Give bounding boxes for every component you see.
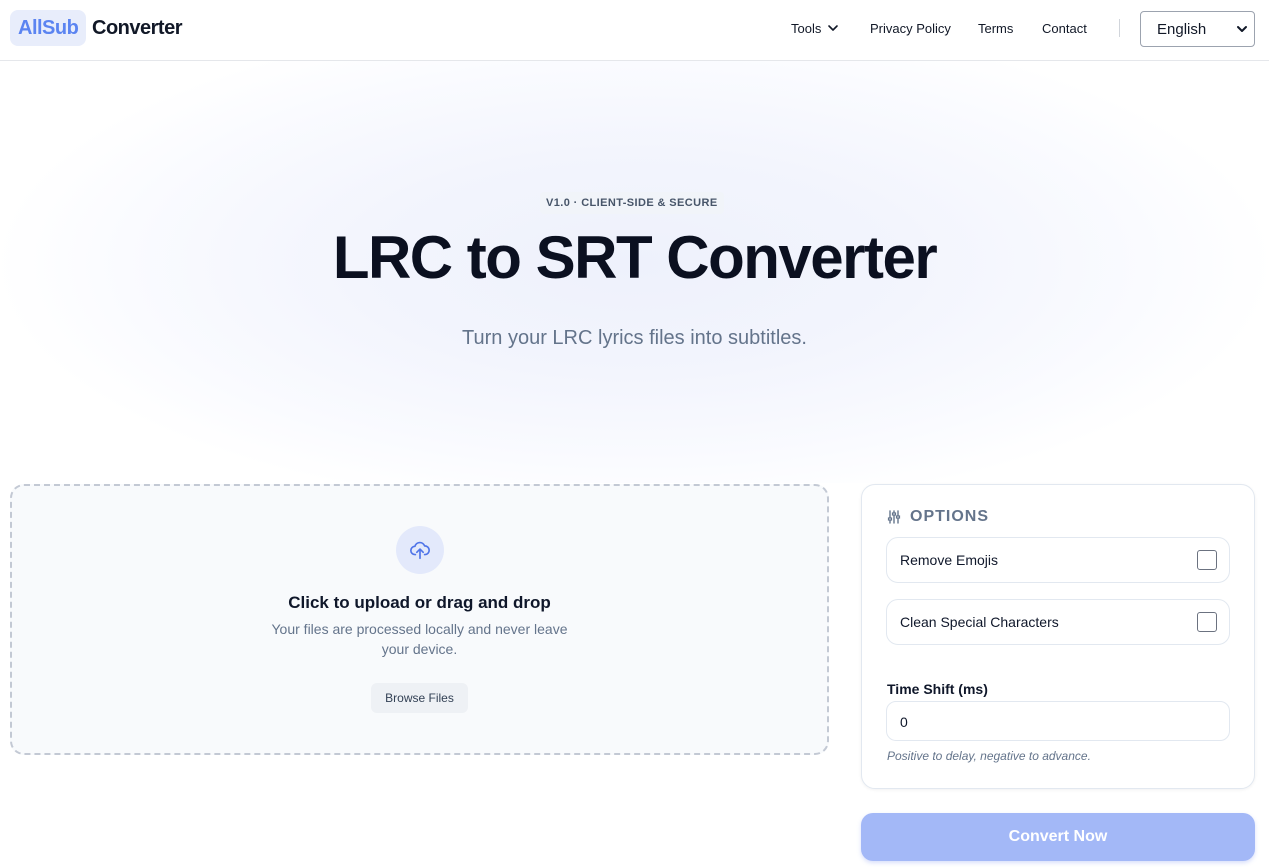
- remove-emojis-checkbox[interactable]: [1197, 550, 1217, 570]
- nav-tools-dropdown[interactable]: Tools: [791, 0, 839, 56]
- nav-divider: [1119, 19, 1120, 37]
- upload-title: Click to upload or drag and drop: [288, 593, 551, 612]
- time-shift-input[interactable]: 0: [886, 701, 1230, 741]
- nav-link-privacy[interactable]: Privacy Policy: [870, 0, 951, 56]
- logo-text[interactable]: Converter: [92, 10, 182, 46]
- options-heading-label: OPTIONS: [910, 508, 990, 525]
- page-title: LRC to SRT Converter: [332, 224, 938, 291]
- nav-tools-label: Tools: [791, 20, 822, 36]
- time-shift-hint: Positive to delay, negative to advance.: [887, 749, 1091, 763]
- options-panel: OPTIONS Remove Emojis Clean Special Char…: [861, 484, 1255, 789]
- logo-badge[interactable]: AllSub: [10, 10, 87, 46]
- option-remove-emojis[interactable]: Remove Emojis: [886, 537, 1230, 583]
- option-clean-special-label: Clean Special Characters: [900, 614, 1059, 630]
- upload-dropzone[interactable]: Click to upload or drag and drop Your fi…: [10, 484, 829, 755]
- convert-now-button[interactable]: Convert Now: [861, 813, 1255, 861]
- option-remove-emojis-label: Remove Emojis: [900, 552, 999, 568]
- options-heading: OPTIONS: [887, 508, 989, 526]
- time-shift-label: Time Shift (ms): [887, 681, 988, 697]
- site-header: AllSub Converter Tools Privacy Policy Te…: [0, 0, 1269, 61]
- option-clean-special-characters[interactable]: Clean Special Characters: [886, 599, 1230, 645]
- language-selected-value: English: [1157, 20, 1207, 38]
- nav-link-contact[interactable]: Contact: [1042, 0, 1087, 56]
- chevron-down-icon: [1237, 26, 1247, 32]
- chevron-down-icon: [828, 25, 839, 31]
- cloud-upload-icon: [396, 526, 444, 574]
- nav-link-terms[interactable]: Terms: [978, 0, 1013, 56]
- hero-section: V1.0 · CLIENT-SIDE & SECURE LRC to SRT C…: [0, 61, 1269, 483]
- upload-description: Your files are processed locally and nev…: [271, 621, 568, 657]
- browse-files-button[interactable]: Browse Files: [371, 683, 468, 713]
- language-select[interactable]: English: [1140, 11, 1255, 47]
- version-badge: V1.0 · CLIENT-SIDE & SECURE: [540, 192, 724, 214]
- clean-special-checkbox[interactable]: [1197, 612, 1217, 632]
- page-subtitle: Turn your LRC lyrics files into subtitle…: [462, 327, 807, 349]
- sliders-icon: [887, 510, 901, 524]
